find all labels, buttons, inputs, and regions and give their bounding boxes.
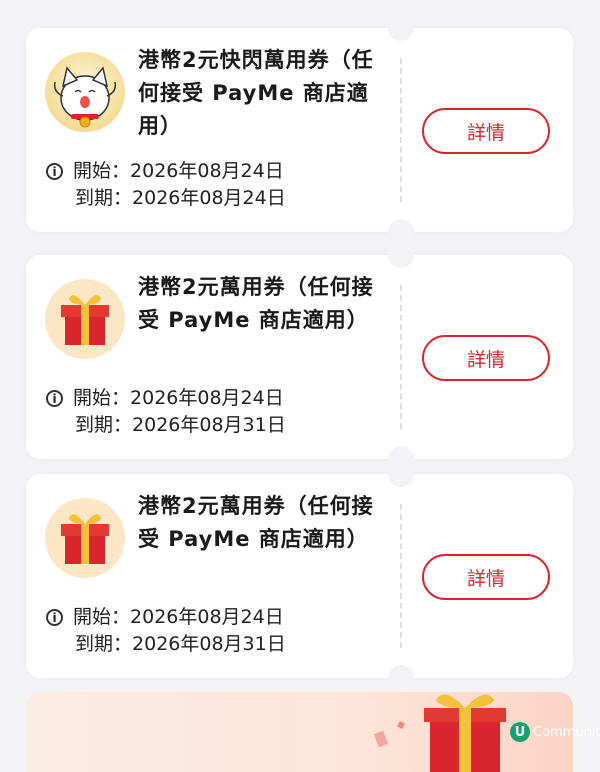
gift-box-icon (45, 279, 125, 359)
dashed-divider (400, 504, 402, 648)
details-button[interactable]: 詳情 (422, 554, 550, 600)
promo-banner[interactable] (26, 692, 573, 772)
coupon-title: 港幣2元萬用券（任何接受 PayMe 商店適用） (138, 494, 374, 551)
start-date: 2026年08月24日 (130, 387, 284, 409)
coupon-card[interactable]: 港幣2元萬用券（任何接受 PayMe 商店適用） i 開始： 2026年08月2… (26, 461, 573, 691)
lucky-cat-icon (45, 52, 125, 132)
coupon-dates: i 開始： 2026年08月24日 到期： 2026年08月24日 (46, 158, 286, 212)
ticket-notch (388, 15, 414, 41)
details-button[interactable]: 詳情 (422, 335, 550, 381)
start-label: 開始： (73, 606, 131, 628)
info-icon: i (46, 609, 63, 626)
watermark: U Communit (510, 722, 600, 742)
start-date: 2026年08月24日 (130, 606, 284, 628)
details-button[interactable]: 詳情 (422, 108, 550, 154)
start-label: 開始： (73, 160, 131, 182)
end-date: 2026年08月31日 (132, 633, 286, 655)
ticket-notch (388, 665, 414, 691)
coupon-card[interactable]: 港幣2元萬用券（任何接受 PayMe 商店適用） i 開始： 2026年08月2… (26, 242, 573, 472)
info-icon: i (46, 390, 63, 407)
dashed-divider (400, 285, 402, 429)
coupon-title: 港幣2元快閃萬用券（任何接受 PayMe 商店適用） (138, 48, 374, 138)
info-icon: i (46, 163, 63, 180)
community-logo-icon: U (510, 722, 530, 742)
end-date: 2026年08月31日 (132, 414, 286, 436)
coupon-title: 港幣2元萬用券（任何接受 PayMe 商店適用） (138, 275, 374, 332)
dashed-divider (400, 58, 402, 202)
end-label: 到期： (75, 414, 133, 436)
ticket-notch (388, 242, 414, 268)
coupon-card[interactable]: 港幣2元快閃萬用券（任何接受 PayMe 商店適用） i 開始： 2026年08… (26, 15, 573, 245)
start-date: 2026年08月24日 (130, 160, 284, 182)
coupon-dates: i 開始： 2026年08月24日 到期： 2026年08月31日 (46, 385, 286, 439)
coupon-dates: i 開始： 2026年08月24日 到期： 2026年08月31日 (46, 604, 286, 658)
end-label: 到期： (75, 187, 133, 209)
end-date: 2026年08月24日 (132, 187, 286, 209)
gift-box-icon (373, 694, 506, 772)
watermark-text: Communit (533, 724, 600, 740)
start-label: 開始： (73, 387, 131, 409)
gift-box-icon (45, 498, 125, 578)
end-label: 到期： (75, 633, 133, 655)
ticket-notch (388, 461, 414, 487)
